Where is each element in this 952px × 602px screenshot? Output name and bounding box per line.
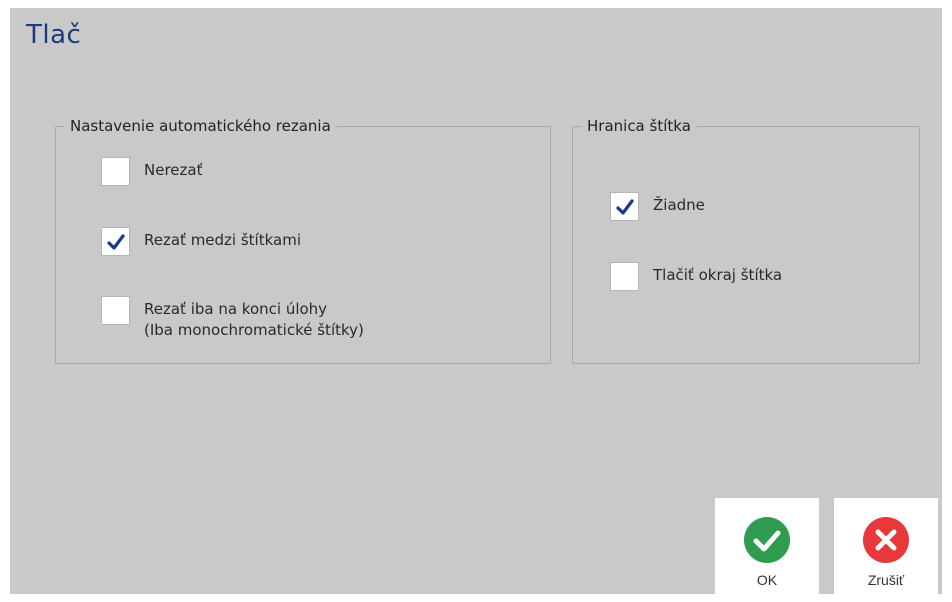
label-border-group-legend: Hranica štítka [587,117,691,135]
checkbox-no-cut[interactable] [101,157,130,186]
option-border-none-label: Žiadne [653,196,705,214]
option-cut-end-of-job-line2: (Iba monochromatické štítky) [144,321,364,339]
x-circle-icon [863,517,909,563]
ok-button-label: OK [756,572,778,588]
print-dialog: Tlač Nastavenie automatického rezania Ne… [10,8,942,602]
cancel-button-label: Zrušiť [867,572,905,588]
checkmark-icon [106,233,125,250]
auto-cut-group: Nastavenie automatického rezania Nerezať… [55,117,551,364]
checkbox-cut-between-labels[interactable] [101,227,130,256]
auto-cut-group-legend: Nastavenie automatického rezania [70,117,331,135]
cancel-button[interactable]: Zrušiť [834,498,938,602]
checkbox-print-border[interactable] [610,262,639,291]
ok-button[interactable]: OK [715,498,819,602]
dialog-title: Tlač [26,20,82,50]
label-border-group: Hranica štítka Žiadne Tlačiť okraj štítk… [572,117,920,364]
checkmark-icon [615,198,634,215]
option-print-border-label: Tlačiť okraj štítka [653,266,783,284]
option-cut-end-of-job-label: Rezať iba na konci úlohy (Iba monochroma… [144,296,364,341]
option-cut-end-of-job-line1: Rezať iba na konci úlohy [144,300,328,318]
option-no-cut-label: Nerezať [144,161,203,179]
checkbox-border-none[interactable] [610,192,639,221]
option-cut-between-labels-label: Rezať medzi štítkami [144,231,302,249]
option-cut-end-of-job[interactable]: Rezať iba na konci úlohy (Iba monochroma… [101,296,364,341]
option-print-border[interactable]: Tlačiť okraj štítka [610,262,782,291]
check-circle-icon [744,517,790,563]
option-cut-between-labels[interactable]: Rezať medzi štítkami [101,227,301,256]
option-no-cut[interactable]: Nerezať [101,157,202,186]
checkbox-cut-end-of-job[interactable] [101,296,130,325]
option-border-none[interactable]: Žiadne [610,192,705,221]
